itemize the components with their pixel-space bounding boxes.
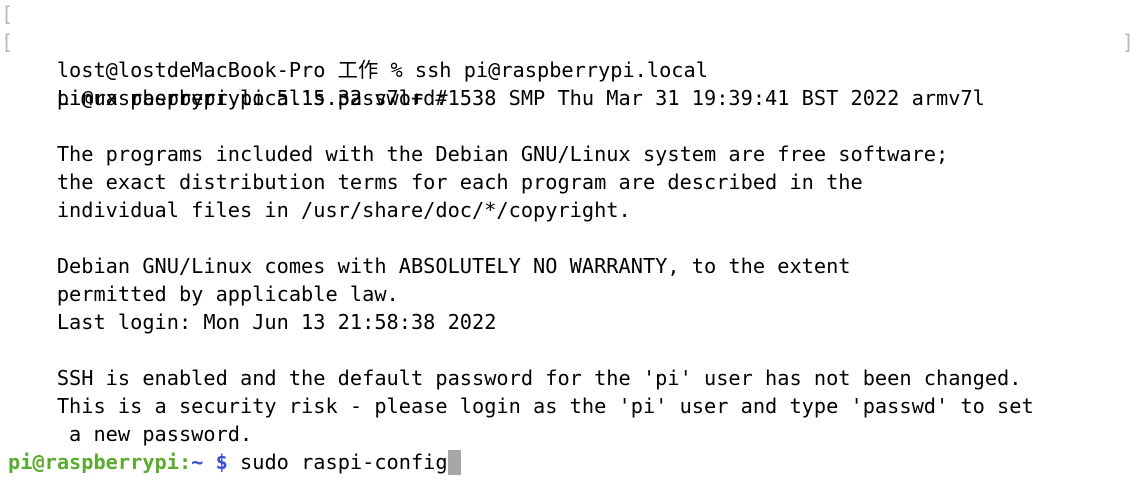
prompt-separator: : bbox=[178, 450, 192, 474]
terminal-line-ssh-command: [ lost@lostdeMacBook-Pro 工作 % ssh pi@ras… bbox=[0, 0, 1136, 82]
line-mark-bracket: [ bbox=[1, 2, 14, 26]
prompt-user-host: pi@raspberrypi bbox=[8, 450, 179, 474]
terminal-line: Debian GNU/Linux comes with ABSOLUTELY N… bbox=[0, 224, 1136, 278]
terminal-line: The programs included with the Debian GN… bbox=[0, 112, 1136, 166]
terminal-line: SSH is enabled and the default password … bbox=[0, 336, 1136, 390]
terminal-line: a new password. bbox=[0, 392, 1136, 446]
shell-prompt-line[interactable]: pi@raspberrypi:~ $ sudo raspi-config bbox=[0, 448, 1136, 476]
terminal-window[interactable]: [ lost@lostdeMacBook-Pro 工作 % ssh pi@ras… bbox=[0, 0, 1136, 480]
terminal-line: the exact distribution terms for each pr… bbox=[0, 140, 1136, 194]
line-mark-bracket: [ bbox=[1, 30, 14, 54]
text-cursor bbox=[447, 450, 461, 475]
terminal-line: individual files in /usr/share/doc/*/cop… bbox=[0, 168, 1136, 222]
command-input[interactable]: sudo raspi-config bbox=[228, 450, 448, 474]
terminal-line: Linux raspberrypi 5.15.32-v7l+ #1538 SMP… bbox=[0, 56, 1136, 110]
prompt-path: ~ bbox=[191, 450, 204, 474]
prompt-symbol: $ bbox=[203, 450, 228, 474]
terminal-line-password-prompt: [ pi@raspberrypi.local's password: ] bbox=[0, 28, 1136, 110]
terminal-line: Last login: Mon Jun 13 21:58:38 2022 bbox=[0, 280, 1136, 334]
terminal-line: This is a security risk - please login a… bbox=[0, 364, 1136, 418]
terminal-line: permitted by applicable law. bbox=[0, 252, 1136, 306]
line-mark-bracket-right: ] bbox=[1121, 30, 1134, 54]
